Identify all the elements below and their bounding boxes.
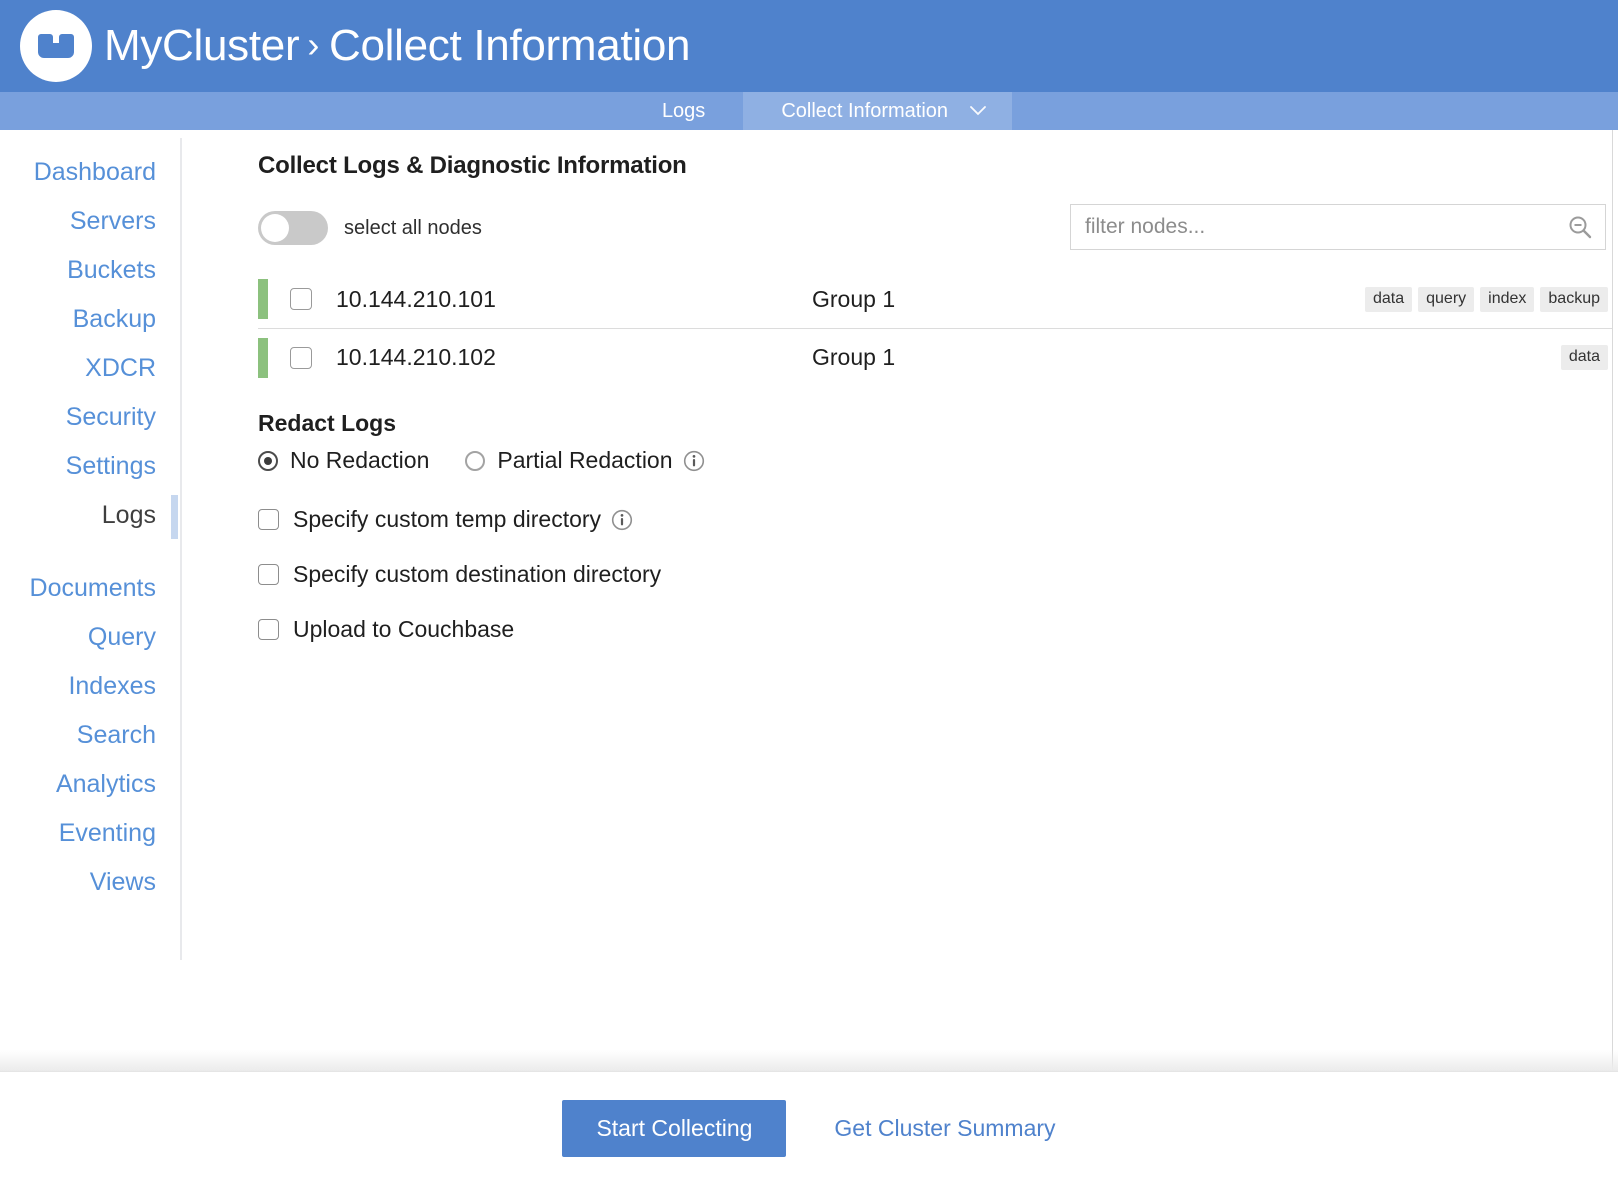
checkbox-upload-to-couchbase[interactable]: Upload to Couchbase <box>258 616 1618 643</box>
select-all-nodes-label: select all nodes <box>344 216 482 239</box>
breadcrumb-page-name: Collect Information <box>329 21 691 70</box>
redact-logs-title: Redact Logs <box>258 410 397 436</box>
node-status-indicator <box>258 337 268 378</box>
get-cluster-summary-link[interactable]: Get Cluster Summary <box>834 1115 1055 1142</box>
couchbase-logo-icon <box>20 10 92 82</box>
sidebar-nav: Dashboard Servers Buckets Backup XDCR Se… <box>0 130 182 1184</box>
select-all-nodes-toggle[interactable] <box>258 211 328 245</box>
sidebar-item-security[interactable]: Security <box>0 393 182 442</box>
redact-options: No Redaction Partial Redaction <box>258 447 1618 474</box>
sidebar-item-label: Security <box>65 403 156 431</box>
page-title: Collect Logs & Diagnostic Information <box>258 152 687 179</box>
checkbox-indicator <box>258 619 279 640</box>
node-select-checkbox[interactable] <box>290 288 312 310</box>
tab-logs[interactable]: Logs <box>624 92 743 130</box>
radio-label: Partial Redaction <box>497 447 673 473</box>
checkbox-custom-temp-directory[interactable]: Specify custom temp directory <box>258 506 1618 533</box>
sidebar-item-label: Buckets <box>67 256 156 284</box>
radio-indicator <box>258 450 278 471</box>
service-badge: backup <box>1540 286 1608 312</box>
info-icon[interactable] <box>683 450 705 472</box>
sidebar-item-label: Dashboard <box>33 158 156 186</box>
sidebar-item-query[interactable]: Query <box>0 613 182 662</box>
tab-collect-information[interactable]: Collect Information <box>743 92 1013 130</box>
tab-collect-information-label: Collect Information <box>781 99 949 122</box>
checkbox-indicator <box>258 564 279 585</box>
sidebar-item-xdcr[interactable]: XDCR <box>0 344 182 393</box>
sidebar-item-label: Analytics <box>55 770 156 798</box>
sidebar-item-label: Eventing <box>58 819 156 847</box>
table-row[interactable]: 10.144.210.101 Group 1 data query index … <box>258 270 1612 328</box>
radio-indicator <box>465 450 486 471</box>
sidebar-item-label: Settings <box>65 452 156 480</box>
start-collecting-button[interactable]: Start Collecting <box>562 1099 787 1157</box>
service-badge: index <box>1480 286 1535 312</box>
sidebar-item-dashboard[interactable]: Dashboard <box>0 148 182 197</box>
main-content: Collect Logs & Diagnostic Information se… <box>182 130 1618 1184</box>
tab-logs-label: Logs <box>661 99 706 122</box>
breadcrumb-cluster-name[interactable]: MyCluster <box>104 21 300 71</box>
page-body: Dashboard Servers Buckets Backup XDCR Se… <box>0 130 1618 1184</box>
content-edge-divider <box>1612 130 1613 1184</box>
service-badge: data <box>1364 286 1413 312</box>
sidebar-item-label: Documents <box>29 574 156 602</box>
app-header: MyCluster › Collect Information <box>0 0 1618 92</box>
node-ip-address: 10.144.210.101 <box>336 285 496 312</box>
sidebar-item-indexes[interactable]: Indexes <box>0 662 182 711</box>
sidebar-item-label: Search <box>76 721 156 749</box>
radio-partial-redaction[interactable]: Partial Redaction <box>465 447 704 474</box>
node-services: data query index backup <box>1364 286 1612 312</box>
couchbase-admin-console: MyCluster › Collect Information Logs Col… <box>0 0 1618 1184</box>
breadcrumb-separator-icon: › <box>307 24 320 65</box>
breadcrumb: MyCluster › Collect Information <box>104 21 690 71</box>
radio-label: No Redaction <box>290 447 430 473</box>
sidebar-item-views[interactable]: Views <box>0 858 182 907</box>
radio-no-redaction[interactable]: No Redaction <box>258 447 429 474</box>
sidebar-item-label: Indexes <box>68 672 156 700</box>
sidebar-item-label: Backup <box>72 305 156 333</box>
node-status-indicator <box>258 279 268 319</box>
sidebar-item-analytics[interactable]: Analytics <box>0 760 182 809</box>
sidebar-item-backup[interactable]: Backup <box>0 295 182 344</box>
sidebar-item-servers[interactable]: Servers <box>0 197 182 246</box>
checkbox-label: Upload to Couchbase <box>293 616 515 642</box>
sidebar-item-label: Logs <box>101 501 156 529</box>
node-group: Group 1 <box>812 285 896 312</box>
checkbox-custom-destination-directory[interactable]: Specify custom destination directory <box>258 561 1618 588</box>
chevron-down-icon[interactable] <box>970 101 986 121</box>
footer-actions: Start Collecting Get Cluster Summary <box>0 1072 1618 1184</box>
sidebar-item-search[interactable]: Search <box>0 711 182 760</box>
info-icon[interactable] <box>611 509 633 531</box>
sidebar-item-logs[interactable]: Logs <box>0 491 182 540</box>
sidebar-item-label: Views <box>89 868 156 896</box>
sidebar-divider <box>0 540 182 564</box>
secondary-tab-bar: Logs Collect Information <box>0 92 1618 130</box>
select-all-row: select all nodes <box>258 204 1618 252</box>
node-list: 10.144.210.101 Group 1 data query index … <box>258 270 1612 386</box>
service-badge: query <box>1418 286 1475 312</box>
sidebar-item-label: XDCR <box>85 354 156 382</box>
filter-nodes-box <box>1070 204 1606 250</box>
toggle-knob <box>261 214 289 242</box>
sidebar-item-settings[interactable]: Settings <box>0 442 182 491</box>
filter-nodes-input[interactable] <box>1071 205 1563 249</box>
table-row[interactable]: 10.144.210.102 Group 1 data <box>258 328 1612 386</box>
node-select-checkbox[interactable] <box>290 346 312 369</box>
checkbox-indicator <box>258 509 279 530</box>
checkbox-label: Specify custom destination directory <box>293 561 662 587</box>
sidebar-item-buckets[interactable]: Buckets <box>0 246 182 295</box>
node-ip-address: 10.144.210.102 <box>336 344 496 370</box>
search-icon[interactable] <box>1563 214 1605 240</box>
node-services: data <box>1560 345 1612 370</box>
checkbox-label: Specify custom temp directory <box>293 506 602 532</box>
service-badge: data <box>1560 345 1608 370</box>
node-group: Group 1 <box>812 344 896 370</box>
sidebar-item-documents[interactable]: Documents <box>0 564 182 613</box>
sidebar-item-label: Query <box>87 623 156 651</box>
sidebar-item-eventing[interactable]: Eventing <box>0 809 182 858</box>
sidebar-item-label: Servers <box>69 207 156 235</box>
